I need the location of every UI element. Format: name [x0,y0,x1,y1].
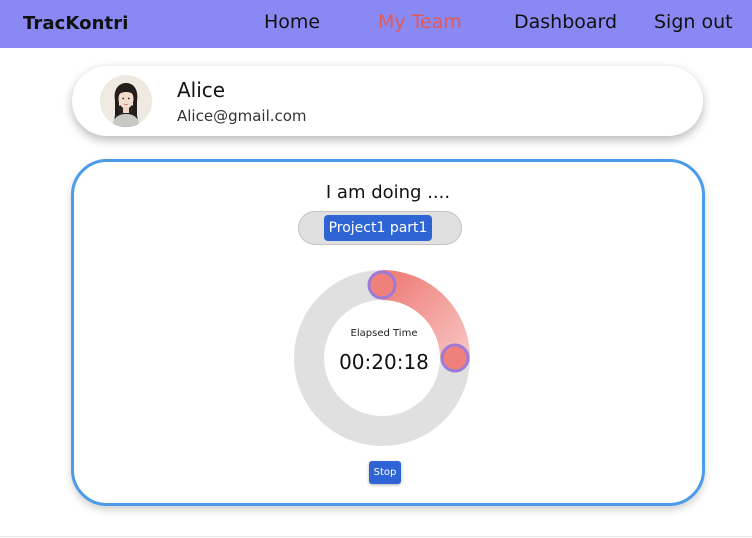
profile-card: Alice Alice@gmail.com [72,66,703,136]
brand-logo[interactable]: TracKontri [23,13,128,34]
nav-sign-out-link[interactable]: Sign out [654,11,733,33]
stop-button[interactable]: Stop [369,461,401,484]
profile-name: Alice [177,78,226,102]
nav-home-link[interactable]: Home [264,11,320,33]
avatar [100,75,152,127]
elapsed-time-value: 00:20:18 [339,350,429,374]
profile-email: Alice@gmail.com [177,107,307,125]
nav-my-team-link[interactable]: My Team [378,11,462,33]
time-tracker-card: I am doing .... Project1 part1 Elapsed T… [71,159,705,506]
activity-heading: I am doing .... [325,182,451,203]
top-navbar: TracKontri Home My Team Dashboard Sign o… [0,0,752,48]
footer-divider [0,536,752,537]
timer-progress-arc [381,270,470,359]
project-selector[interactable]: Project1 part1 [298,211,462,245]
avatar-portrait-icon [100,75,152,127]
selected-project-chip[interactable]: Project1 part1 [324,215,432,241]
timer-start-handle[interactable] [367,270,397,300]
nav-dashboard-link[interactable]: Dashboard [514,11,617,33]
elapsed-time-label: Elapsed Time [350,328,418,339]
